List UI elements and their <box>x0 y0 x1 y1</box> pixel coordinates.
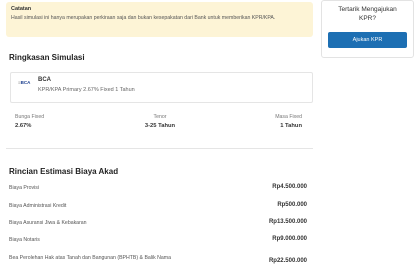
metric-value: 2.67% <box>15 123 32 129</box>
costs-heading: Rincian Estimasi Biaya Akad <box>9 167 119 176</box>
section-divider <box>6 148 313 149</box>
metric-label: Bunga Fixed <box>15 114 45 120</box>
cost-label: Biaya Asuransi Jiwa & Kebakaran <box>9 220 87 226</box>
cost-label: Biaya Notaris <box>9 237 40 243</box>
disclaimer-note: Catatan Hasil simulasi ini hanya merupak… <box>6 2 313 37</box>
apply-kpr-card: Tertarik Mengajukan KPR? Ajukan KPR <box>321 0 414 58</box>
metric-label: Masa Fixed <box>275 114 302 120</box>
cost-amount: Rp22.500.000 <box>268 258 307 264</box>
note-text: Hasil simulasi ini hanya merupakan perki… <box>11 15 276 21</box>
metric-masa-fixed: Masa Fixed 1 Tahun <box>202 114 302 129</box>
note-title: Catatan <box>11 6 32 12</box>
summary-heading: Ringkasan Simulasi <box>9 53 85 62</box>
cta-title: Tertarik Mengajukan KPR? <box>338 6 397 22</box>
cost-amount: Rp9.000.000 <box>272 236 307 242</box>
cost-amount: Rp4.500.000 <box>272 184 307 190</box>
bank-card: ≡BCA BCA KPR/KPA Primary 2.67% Fixed 1 T… <box>10 72 313 103</box>
cost-amount: Rp13.500.000 <box>268 219 307 225</box>
bank-name: BCA <box>38 77 51 83</box>
cost-label: Bea Perolehan Hak atas Tanah dan Banguna… <box>9 255 171 261</box>
metric-bunga-fixed: Bunga Fixed 2.67% <box>15 114 115 129</box>
metric-value: 1 Tahun <box>280 123 302 129</box>
bank-product: KPR/KPA Primary 2.67% Fixed 1 Tahun <box>38 87 135 93</box>
cost-label: Biaya Provisi <box>9 185 39 191</box>
metric-tenor: Tenor 3-25 Tahun <box>110 114 210 129</box>
cost-amount: Rp500.000 <box>277 202 307 208</box>
metric-label: Tenor <box>153 114 167 120</box>
bca-logo-icon: ≡BCA <box>18 80 31 85</box>
metric-value: 3-25 Tahun <box>144 123 176 129</box>
cost-label: Biaya Administrasi Kredit <box>9 203 67 209</box>
apply-kpr-button[interactable]: Ajukan KPR <box>328 32 407 48</box>
